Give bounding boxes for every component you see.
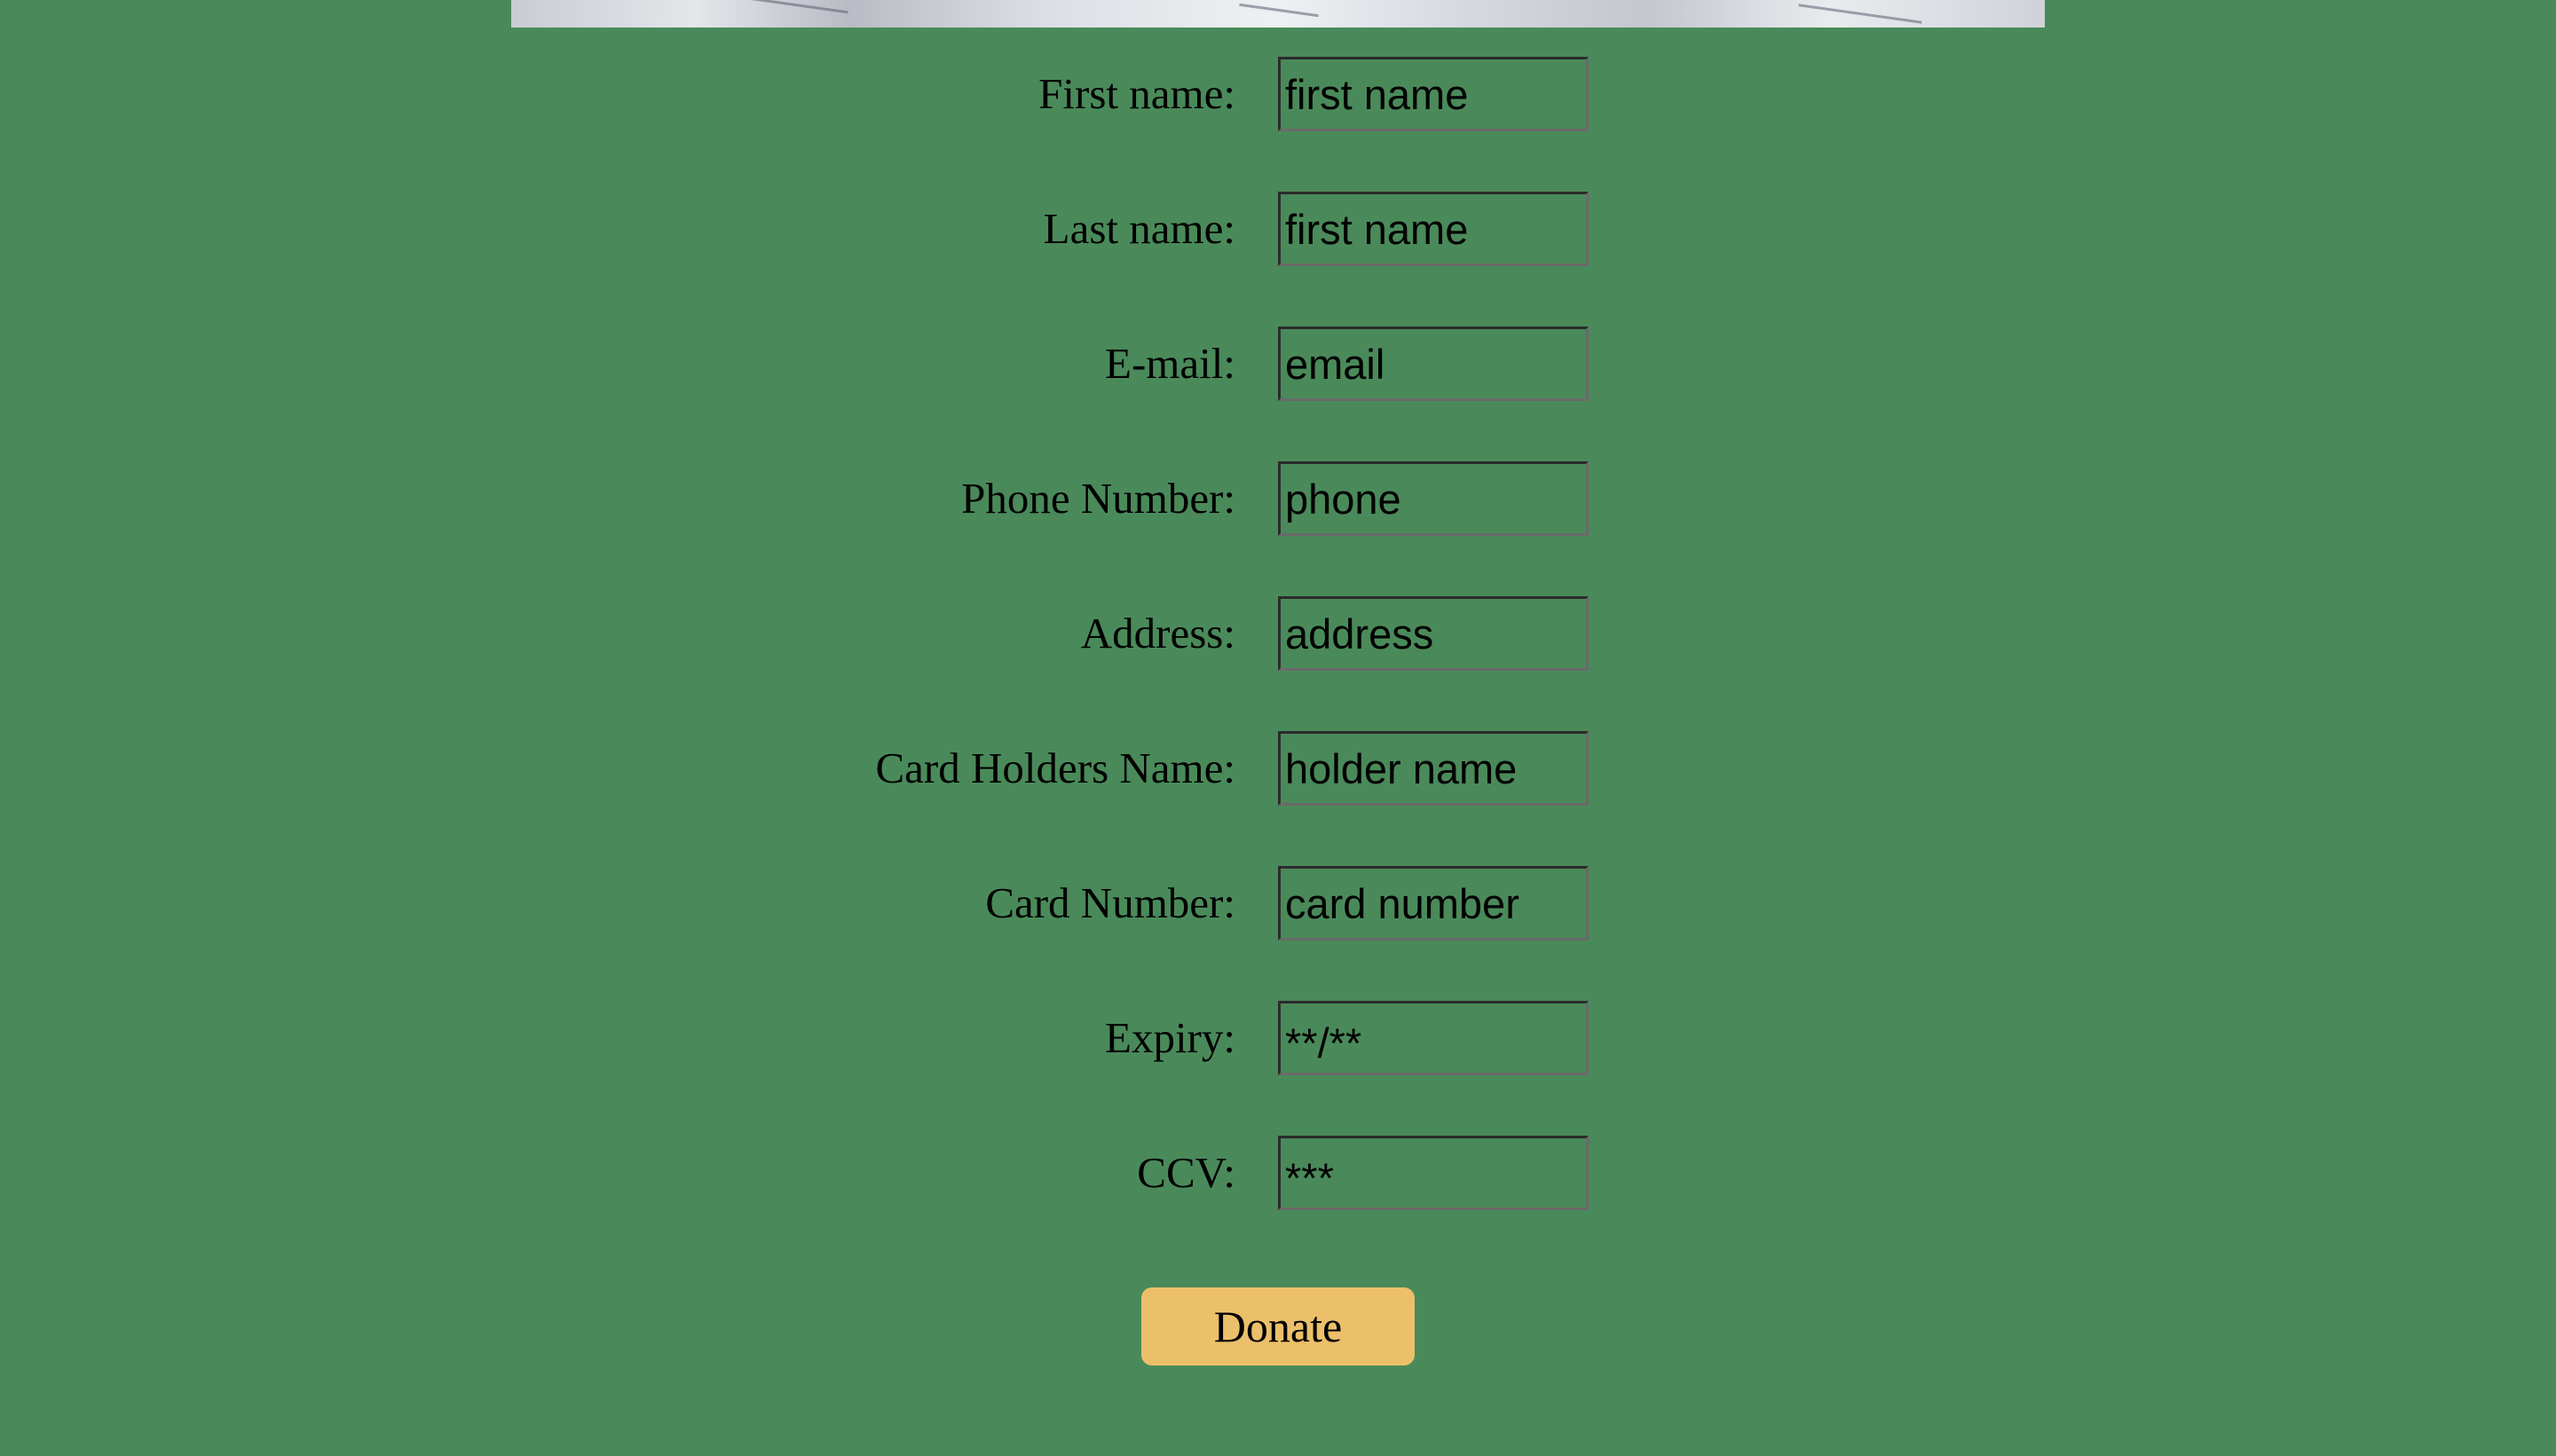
address-label: Address:	[1080, 609, 1235, 657]
form-row-last-name: Last name:	[0, 192, 2556, 266]
last-name-label: Last name:	[1043, 204, 1235, 253]
card-number-label: Card Number:	[985, 878, 1235, 927]
email-field[interactable]	[1278, 327, 1589, 401]
expiry-label: Expiry:	[1105, 1013, 1235, 1062]
ccv-label: CCV:	[1137, 1148, 1235, 1197]
form-row-card-number: Card Number:	[0, 866, 2556, 940]
last-name-field[interactable]	[1278, 192, 1589, 266]
card-holder-field[interactable]	[1278, 731, 1589, 806]
form-row-card-holder: Card Holders Name:	[0, 731, 2556, 806]
form-row-email: E-mail:	[0, 327, 2556, 401]
first-name-label: First name:	[1038, 69, 1235, 118]
phone-field[interactable]	[1278, 461, 1589, 536]
form-row-ccv: CCV:	[0, 1136, 2556, 1210]
first-name-field[interactable]	[1278, 57, 1589, 131]
header-image	[511, 0, 2045, 28]
donate-button[interactable]: Donate	[1141, 1287, 1415, 1365]
form-row-expiry: Expiry:	[0, 1001, 2556, 1075]
form-row-address: Address:	[0, 596, 2556, 671]
card-number-field[interactable]	[1278, 866, 1589, 940]
address-field[interactable]	[1278, 596, 1589, 671]
form-row-phone: Phone Number:	[0, 461, 2556, 536]
form-row-first-name: First name:	[0, 57, 2556, 131]
expiry-field[interactable]	[1278, 1001, 1589, 1075]
ccv-field[interactable]	[1278, 1136, 1589, 1210]
card-holder-label: Card Holders Name:	[875, 744, 1236, 792]
email-label: E-mail:	[1105, 339, 1235, 388]
phone-label: Phone Number:	[961, 474, 1235, 523]
